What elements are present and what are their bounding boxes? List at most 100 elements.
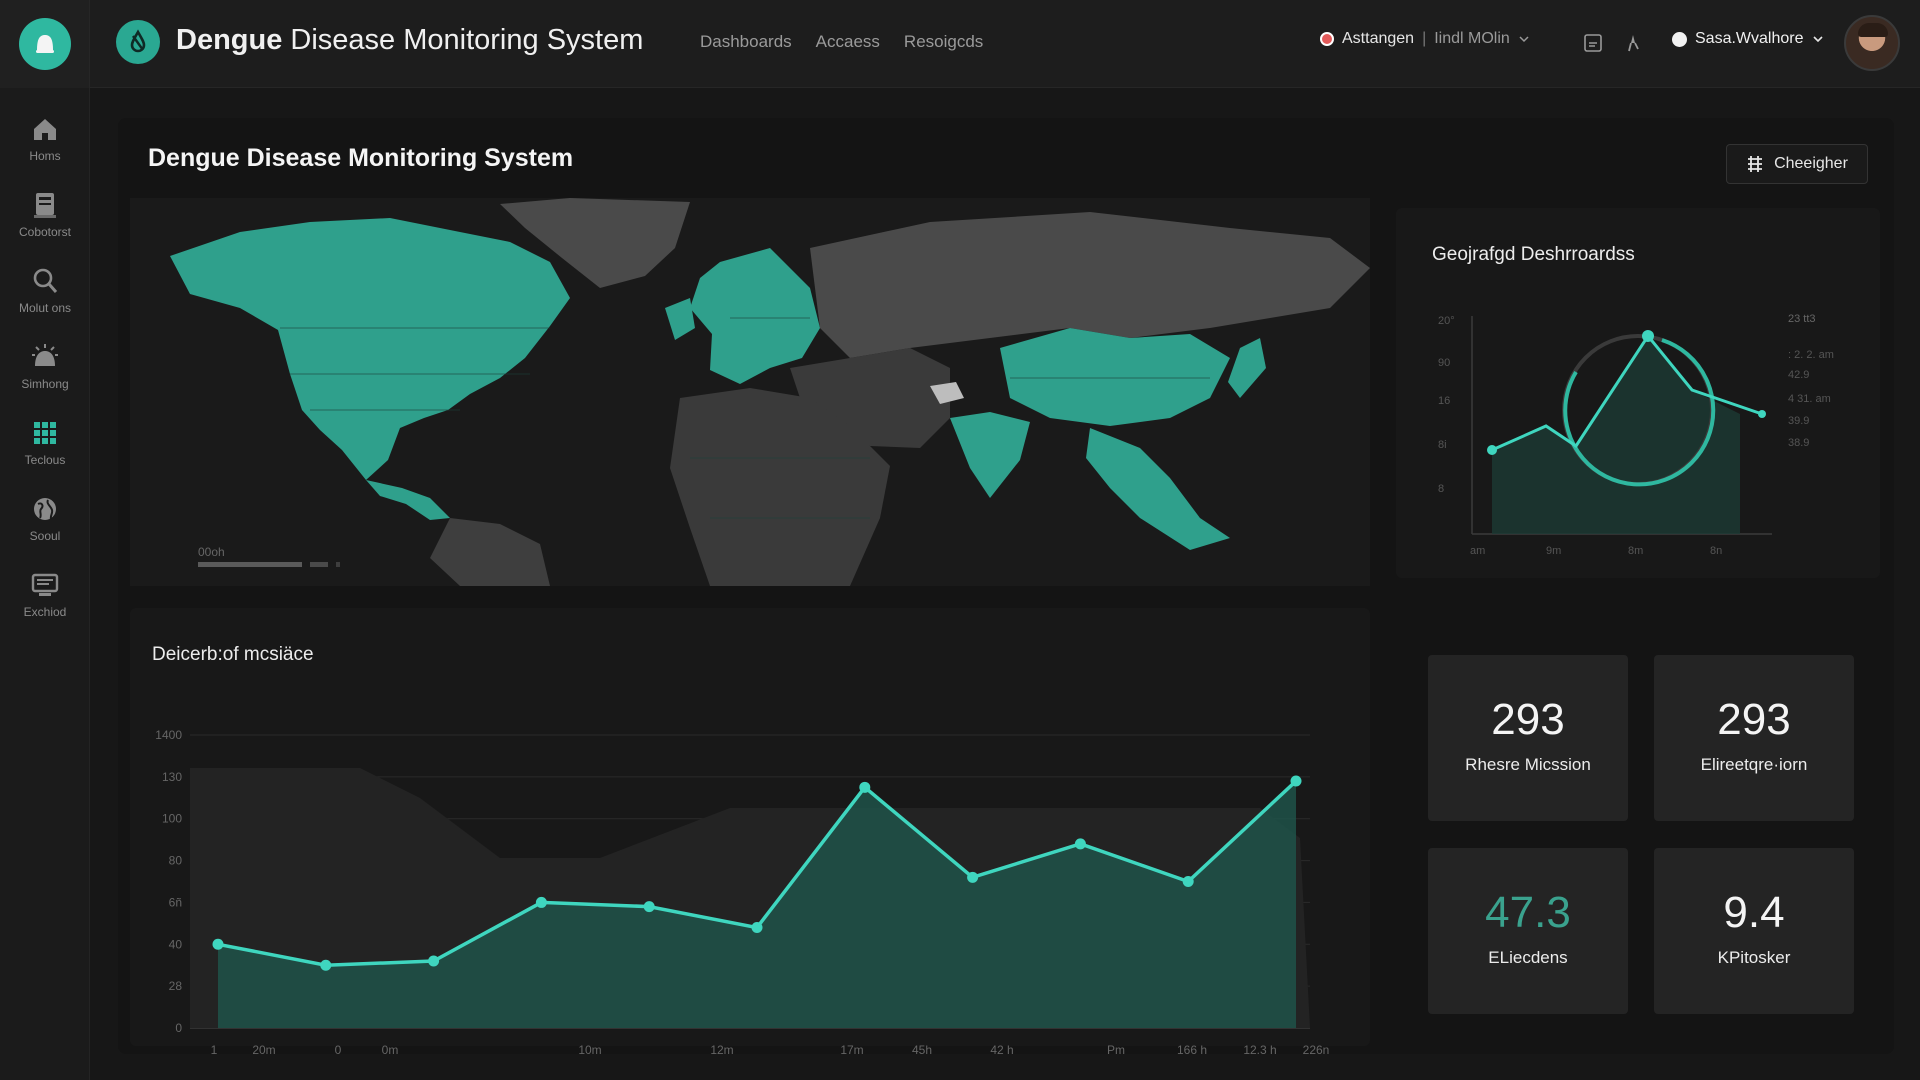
grid-view-button[interactable]: Cheeigher [1726,144,1868,184]
geo-point [1758,410,1766,418]
geo-side-labels: 23 tt3 : 2. 2. am 42.9 4 31. am 39.9 38.… [1788,313,1834,449]
trend-x-tick: 45h [912,1043,932,1057]
world-map[interactable]: 00oh [130,198,1370,586]
app-logo[interactable] [0,0,90,88]
bell-logo-icon [18,18,71,70]
geo-y-tick: 8 [1438,483,1444,495]
geo-point [1642,330,1654,342]
trend-x-tick: 12m [710,1043,733,1057]
geo-x-tick: 9m [1546,545,1561,557]
stat-card-eliecdens[interactable]: 47.3 ELiecdens [1428,848,1628,1014]
sidebar-item-globe[interactable]: Sooul [0,494,90,564]
user-status-icon [1672,31,1687,47]
trend-point[interactable] [1290,775,1302,787]
trend-point[interactable] [535,896,547,908]
trend-x-tick: 10m [578,1043,601,1057]
trend-x-tick: 20m [252,1043,275,1057]
sidebar-item-tools[interactable]: Teclous [0,418,90,488]
nav-dashboards[interactable]: Dashboards [700,32,792,52]
trend-y-tick: 28 [169,979,183,993]
trend-point[interactable] [212,938,224,950]
notes-icon[interactable] [1580,30,1606,56]
stat-label: KPitosker [1717,948,1791,967]
trend-point[interactable] [643,901,655,913]
trend-point[interactable] [751,922,763,934]
trend-y-tick: 80 [169,854,183,868]
geo-y-tick: 20° [1438,315,1455,327]
geo-x-tick: am [1470,545,1485,557]
geo-side-label: : 2. 2. am [1788,349,1834,361]
sidebar-item-monitor[interactable]: Exchiod [0,570,90,640]
top-nav: Dashboards Accaess Resoigcds [700,32,983,52]
trend-point[interactable] [967,871,979,883]
trend-x-tick: 0 [335,1043,342,1057]
stat-label: Rhesre Micssion [1465,755,1591,774]
trend-y-tick: 130 [162,770,182,784]
trend-y-tick: 6ñ [169,895,182,909]
trend-point[interactable] [428,955,440,967]
map-scale-bar [198,562,342,568]
sidebar-item-search[interactable]: Molut ons [0,266,90,336]
top-bar: Dengue Disease Monitoring System Dashboa… [0,0,1920,88]
nav-resources[interactable]: Resoigcds [904,32,983,52]
trend-point[interactable] [1074,838,1086,850]
trend-chart: 1400 130 100 80 6ñ 40 28 0 1 20m 0 0m 10m 12m 17m 45h 4… [155,728,1329,1057]
trend-y-tick: 0 [175,1021,182,1035]
status-dot-icon [1320,32,1334,46]
status-selector[interactable]: Asttangen | Iindl MOlin [1320,30,1530,48]
geo-mini-chart: 20° 90 16 8i 8 am 9m 8m 8n 23 tt3: 2. 2… [1438,313,1834,557]
geo-y-tick: 8i [1438,439,1447,451]
stat-value: 47.3 [1485,888,1571,937]
status-divider: | [1422,30,1427,47]
geo-side-label: 42.9 [1788,369,1809,381]
trend-point[interactable] [320,959,332,971]
trend-point[interactable] [859,781,871,793]
stat-value: 293 [1717,695,1791,744]
app-title: Dengue Disease Monitoring System [176,24,644,56]
trend-x-tick: Pm [1107,1043,1125,1057]
trend-y-tick: 1400 [155,728,182,742]
stat-label: Elireetqre·iorn [1700,755,1808,774]
sidebar-item-alerts[interactable]: Simhong [0,342,90,412]
geo-side-label: 4 31. am [1788,393,1831,405]
geo-side-label: 38.9 [1788,437,1809,449]
pen-icon[interactable] [1620,30,1646,56]
alert-icon [32,344,58,366]
geo-y-tick: 16 [1438,395,1450,407]
trend-x-tick: 0m [382,1043,399,1057]
geo-dashboard-card: Geojrafgd Deshrroardss 20° 90 16 8i 8 am… [1396,208,1880,578]
dashboard-app: Dengue Disease Monitoring System Dashboa… [0,0,1920,1080]
stat-card-rhesre[interactable]: 293 Rhesre Micssion [1428,655,1628,821]
geo-x-tick: 8m [1628,545,1643,557]
trend-x-tick: 17m [840,1043,863,1057]
user-menu[interactable]: Sasa.Wvalhore [1672,30,1824,48]
trend-x-tick: 1 [211,1043,218,1057]
sidebar-item-home[interactable]: Homs [0,114,90,184]
geo-point [1487,445,1497,455]
geo-x-axis: am 9m 8m 8n [1470,545,1722,557]
avatar[interactable] [1844,15,1900,71]
trend-y-tick: 40 [169,937,183,951]
geo-side-label: 23 tt3 [1788,313,1816,325]
trend-x-tick: 166 h [1177,1043,1207,1057]
map-scale-label: 00oh [198,545,225,559]
sidebar: Homs Cobotorst Molut ons Simhong Teclous… [0,88,90,1080]
sidebar-item-documents[interactable]: Cobotorst [0,190,90,260]
top-bar-right: Asttangen | Iindl MOlin Sasa.Wvalhore [1280,0,1920,88]
stat-value: 9.4 [1723,888,1785,937]
chevron-down-icon [1519,36,1529,43]
geo-x-tick: 8n [1710,545,1722,557]
stat-card-kpitosker[interactable]: 9.4 KPitosker [1654,848,1854,1014]
world-map-svg [130,198,1370,586]
trend-y-axis: 1400 130 100 80 6ñ 40 28 0 [155,728,182,1035]
stat-card-elireetqre[interactable]: 293 Elireetqre·iorn [1654,655,1854,821]
nav-access[interactable]: Accaess [816,32,880,52]
trend-y-tick: 100 [162,812,182,826]
trend-point[interactable] [1182,876,1194,887]
monitor-icon [31,573,59,596]
stat-label: ELiecdens [1488,948,1568,967]
trend-chart-card: Deicerb:of mcsiäce 1400 130 100 80 6ñ 40 28 0 1… [130,608,1370,1057]
geo-y-axis: 20° 90 16 8i 8 [1438,315,1455,495]
stat-value: 293 [1491,695,1565,744]
document-icon [34,193,56,218]
